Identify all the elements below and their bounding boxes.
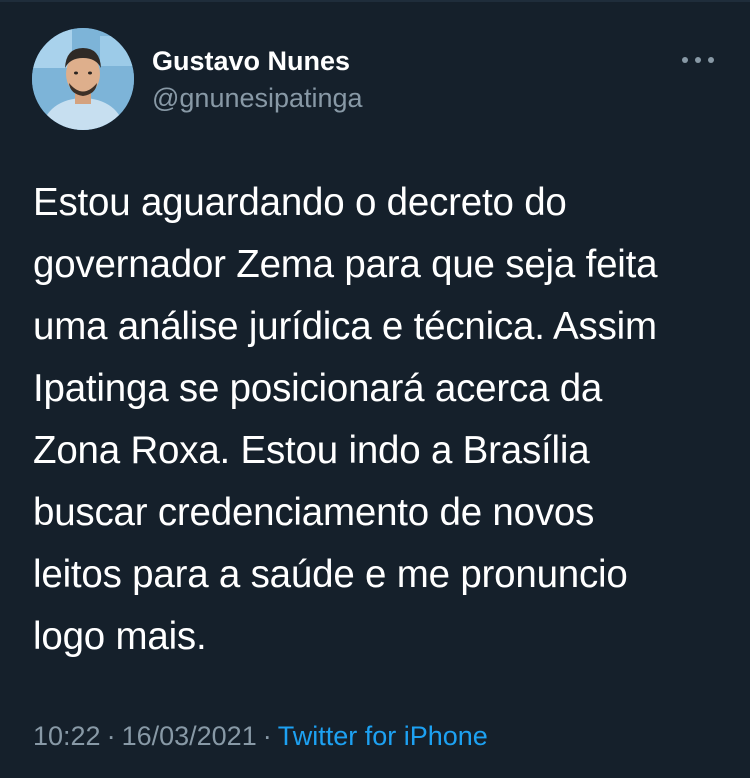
tweet-card: Gustavo Nunes @gnunesipatinga Estou agua… — [0, 0, 750, 778]
more-options-button[interactable] — [680, 48, 716, 72]
more-horizontal-icon — [682, 57, 688, 63]
more-horizontal-icon — [708, 57, 714, 63]
tweet-source-link[interactable]: Twitter for iPhone — [278, 721, 488, 751]
tweet-text: Estou aguardando o decreto do governador… — [33, 181, 658, 658]
author-handle[interactable]: @gnunesipatinga — [152, 82, 363, 114]
more-horizontal-icon — [695, 57, 701, 63]
tweet-metadata: 10:22 · 16/03/2021 · Twitter for iPhone — [33, 716, 488, 756]
separator: · — [262, 721, 272, 751]
avatar-photo — [32, 28, 134, 130]
tweet-date[interactable]: 16/03/2021 — [122, 721, 257, 751]
tweet-time[interactable]: 10:22 — [33, 721, 101, 751]
avatar[interactable] — [32, 28, 134, 130]
separator: · — [106, 721, 116, 751]
author-name[interactable]: Gustavo Nunes — [152, 45, 350, 77]
